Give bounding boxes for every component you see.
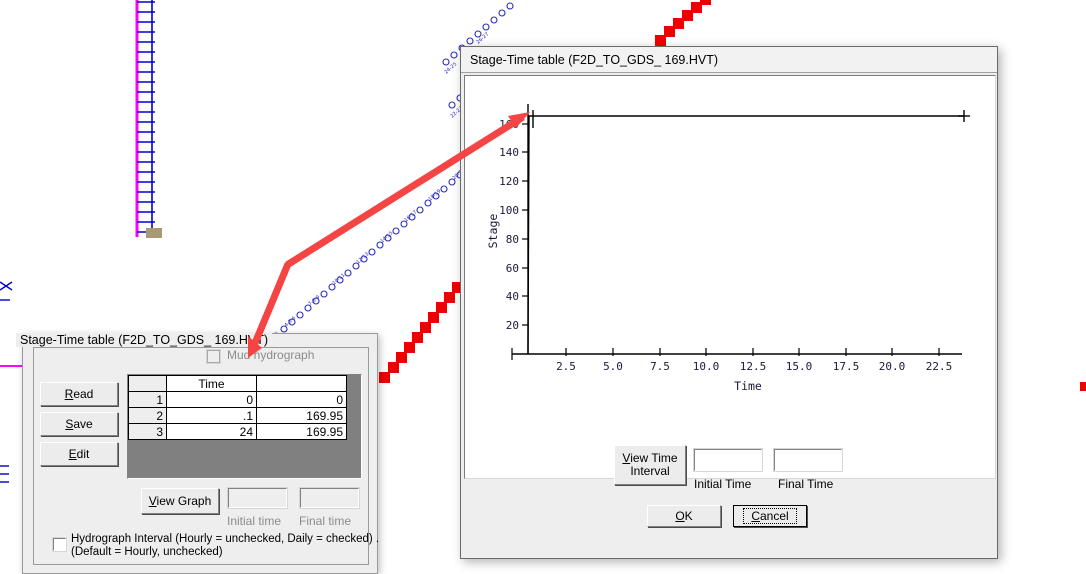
cell-value[interactable]: 169.95: [256, 407, 347, 424]
y-axis-ticks: [522, 123, 528, 326]
initial-time-input-left[interactable]: [227, 487, 288, 509]
initial-time-input-right[interactable]: [693, 448, 763, 472]
mud-hydrograph-checkbox: [206, 349, 221, 364]
svg-text:2.5: 2.5: [556, 360, 576, 373]
svg-text:60: 60: [506, 262, 519, 275]
svg-text:100: 100: [499, 204, 519, 217]
hydrograph-interval-line2: (Default = Hourly, unchecked): [71, 546, 223, 558]
x-axis-ticklabels: 2.5 5.0 7.5 10.0 12.5 15.0 17.5 20.0 22.…: [556, 360, 952, 373]
ok-button[interactable]: OK: [647, 505, 721, 527]
hydrograph-interval-checkbox[interactable]: [52, 537, 67, 552]
table-row[interactable]: 1 0 0: [128, 391, 347, 408]
time-column-header: Time: [166, 375, 257, 392]
stage-time-chart: 160 140 120 100 80 60 40 20 2.5 5.0 7.5 …: [486, 104, 970, 393]
view-time-interval-button[interactable]: View Time Interval: [614, 445, 686, 485]
cancel-button[interactable]: Cancel: [733, 505, 807, 527]
svg-text:120: 120: [499, 175, 519, 188]
table-header-row: Time: [128, 375, 347, 392]
read-button[interactable]: Read: [40, 382, 118, 406]
row-number: 2: [128, 407, 167, 424]
y-axis-ticklabels: 160 140 120 100 80 60 40 20: [499, 118, 519, 332]
final-time-input-left[interactable]: [299, 487, 360, 509]
row-number: 3: [128, 423, 167, 440]
svg-text:12.5: 12.5: [740, 360, 767, 373]
table-row[interactable]: 3 24 169.95: [128, 423, 347, 440]
x-axis-label: Time: [734, 379, 762, 393]
svg-text:20.0: 20.0: [879, 360, 906, 373]
row-number: 1: [128, 391, 167, 408]
svg-text:17.5: 17.5: [833, 360, 860, 373]
edit-button-label-rest: dit: [76, 446, 90, 461]
stage-time-table-dialog-right[interactable]: Stage-Time table (F2D_TO_GDS_ 169.HVT) 1…: [460, 46, 998, 559]
row-number-header: [128, 375, 167, 392]
cell-value[interactable]: 0: [256, 391, 347, 408]
cell-value[interactable]: 169.95: [256, 423, 347, 440]
y-axis-label: Stage: [486, 214, 500, 249]
stage-time-table[interactable]: Time 1 0 0 2 .1 169.95 3 24 169.95: [128, 375, 347, 440]
hydrograph-interval-label: Hydrograph Interval (Hourly = unchecked,…: [71, 533, 379, 559]
initial-time-label-right: Initial Time: [694, 477, 752, 491]
view-time-interval-label-line2: Interval: [630, 464, 670, 478]
ok-button-label-rest: K: [684, 508, 693, 523]
svg-text:15.0: 15.0: [786, 360, 813, 373]
table-row[interactable]: 2 .1 169.95: [128, 407, 347, 424]
view-graph-button-label-rest: iew Graph: [156, 493, 212, 508]
view-graph-button[interactable]: View Graph: [141, 488, 219, 514]
stage-time-grid[interactable]: Time 1 0 0 2 .1 169.95 3 24 169.95: [127, 374, 362, 479]
save-button[interactable]: Save: [40, 412, 118, 436]
edit-button[interactable]: Edit: [40, 442, 118, 466]
cancel-button-label-rest: ancel: [759, 508, 789, 523]
stage-series-endpoint-marker: [958, 110, 970, 122]
stage-time-table-dialog-left[interactable]: Mud hydrograph Read Save Edit Time 1 0 0…: [22, 333, 379, 574]
read-button-label-rest: ead: [73, 386, 94, 401]
svg-text:140: 140: [499, 146, 519, 159]
final-time-input-right[interactable]: [773, 448, 843, 472]
cell-time[interactable]: 24: [166, 423, 257, 440]
final-time-label-right: Final Time: [778, 477, 834, 491]
svg-text:7.5: 7.5: [650, 360, 670, 373]
svg-text:5.0: 5.0: [603, 360, 623, 373]
svg-text:160: 160: [499, 118, 519, 131]
stage-time-plot-panel: 160 140 120 100 80 60 40 20 2.5 5.0 7.5 …: [464, 75, 996, 479]
stage-series-line: [527, 115, 963, 355]
svg-text:40: 40: [506, 290, 519, 303]
right-dialog-titlebar: Stage-Time table (F2D_TO_GDS_ 169.HVT): [461, 47, 997, 73]
cell-time[interactable]: 0: [166, 391, 257, 408]
save-button-label-rest: ave: [73, 416, 93, 431]
value-column-header: [256, 375, 347, 392]
left-dialog-title: Stage-Time table (F2D_TO_GDS_ 169.HVT): [16, 333, 273, 347]
cell-time[interactable]: .1: [166, 407, 257, 424]
mud-hydrograph-label: Mud hydrograph: [227, 348, 315, 362]
svg-text:22.5: 22.5: [926, 360, 953, 373]
red-marker-right-edge: [1080, 382, 1086, 391]
svg-text:80: 80: [506, 233, 519, 246]
svg-text:20: 20: [506, 319, 519, 332]
initial-time-label-left: Initial time: [227, 514, 282, 528]
right-dialog-title: Stage-Time table (F2D_TO_GDS_ 169.HVT): [470, 53, 719, 67]
svg-text:10.0: 10.0: [693, 360, 720, 373]
final-time-label-left: Final time: [299, 514, 352, 528]
hydrograph-interval-line1: Hydrograph Interval (Hourly = unchecked,…: [71, 533, 380, 545]
